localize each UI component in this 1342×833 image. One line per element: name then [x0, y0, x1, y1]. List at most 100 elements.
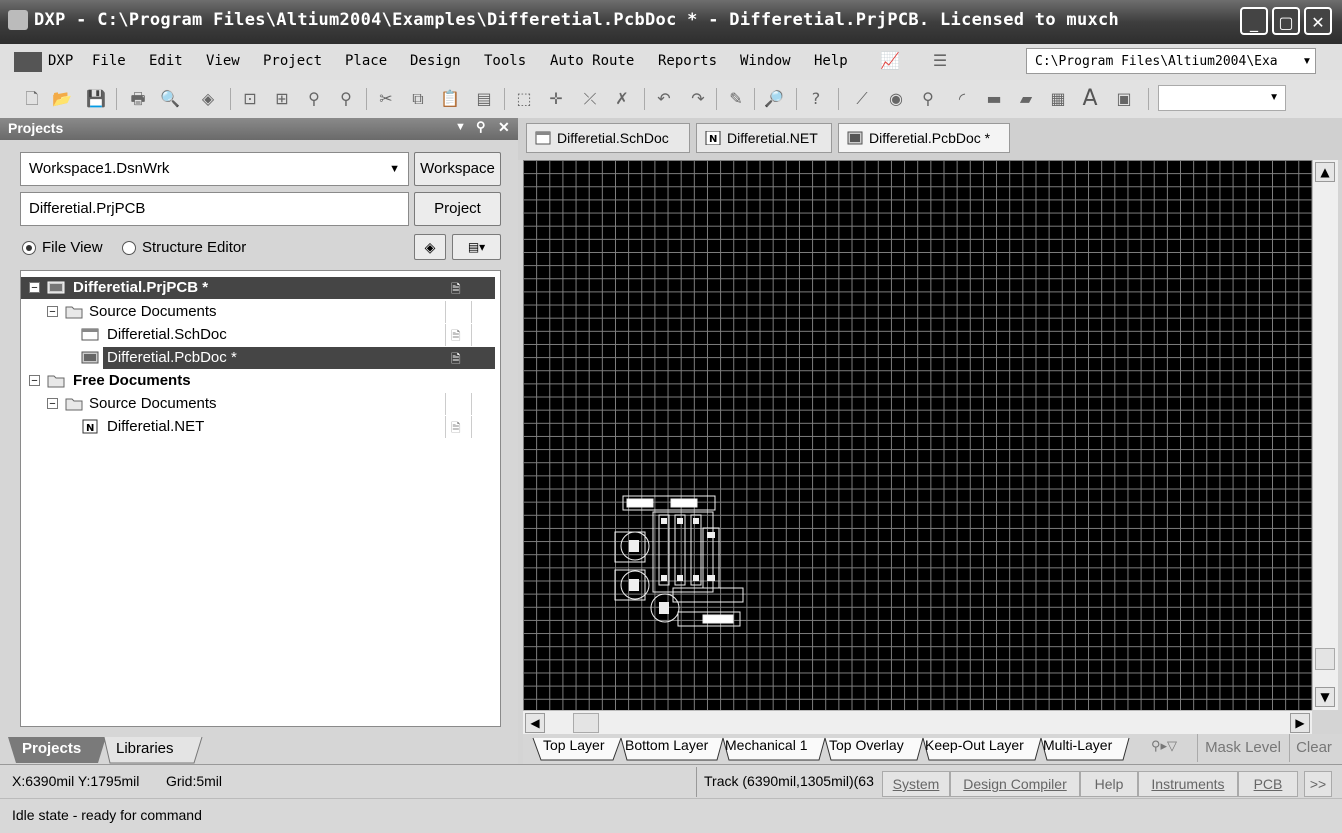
documents-menu-icon[interactable]: ▤▾ — [452, 234, 501, 260]
collapse-icon[interactable]: − — [47, 398, 58, 410]
menu-view[interactable]: View — [206, 53, 240, 69]
menu-reports[interactable]: Reports — [658, 53, 717, 69]
place-string-icon[interactable]: A — [1080, 88, 1100, 110]
vertical-scrollbar[interactable]: ▲ ▼ — [1312, 160, 1338, 710]
workspace-button[interactable]: Workspace — [414, 152, 501, 186]
place-coordinate-icon[interactable]: ▣ — [1114, 89, 1134, 109]
design-compiler-button[interactable]: Design Compiler — [950, 771, 1080, 797]
menu-auto-route[interactable]: Auto Route — [550, 53, 634, 69]
move-icon[interactable]: ✛ — [546, 89, 566, 109]
chevron-down-icon[interactable]: ▼ — [389, 153, 400, 185]
system-button[interactable]: System — [882, 771, 950, 797]
open-folder-icon[interactable]: 📂 — [52, 89, 72, 109]
help-icon[interactable]: ? — [806, 89, 826, 109]
paste-icon[interactable]: 📋 — [440, 89, 460, 109]
zoom-filter-icon[interactable]: ⚲ — [336, 89, 356, 109]
place-polygon-icon[interactable]: ▰ — [1016, 89, 1036, 109]
structure-editor-radio[interactable] — [122, 241, 136, 255]
layer-tab-top-overlay[interactable]: Top Overlay — [829, 737, 904, 753]
workspace-combo[interactable]: Workspace1.DsnWrk ▼ — [20, 152, 409, 186]
chevron-down-icon[interactable]: ▼ — [1302, 56, 1312, 67]
menu-window[interactable]: Window — [740, 53, 791, 69]
menu-tools[interactable]: Tools — [484, 53, 526, 69]
new-document-icon[interactable]: 🗋 — [22, 89, 42, 109]
more-panels-button[interactable]: >> — [1304, 771, 1332, 797]
tab-schdoc[interactable]: Differetial.SchDoc — [526, 123, 690, 153]
browse-components-icon[interactable]: 🔎 — [764, 89, 784, 109]
scroll-right-icon[interactable]: ▶ — [1290, 713, 1310, 733]
dxp-menu-icon[interactable] — [14, 52, 42, 72]
menu-place[interactable]: Place — [345, 53, 387, 69]
clear-button[interactable]: Clear — [1289, 734, 1338, 762]
layer-tab-top-layer[interactable]: Top Layer — [543, 737, 604, 753]
tab-pcbdoc[interactable]: Differetial.PcbDoc * — [838, 123, 1010, 153]
tree-item-source-documents[interactable]: − Source Documents — [21, 301, 495, 323]
menu-design[interactable]: Design — [410, 53, 461, 69]
cut-icon[interactable]: ✂ — [376, 89, 396, 109]
pin-icon[interactable]: ⚲ — [476, 119, 486, 135]
chevron-down-icon[interactable]: ▼ — [1269, 92, 1279, 103]
restore-icon[interactable]: ▢ — [1272, 7, 1300, 35]
collapse-icon[interactable]: − — [47, 306, 58, 318]
document-path-combo[interactable]: C:\Program Files\Altium2004\Exa — [1026, 48, 1316, 74]
menu-file[interactable]: File — [92, 53, 126, 69]
zoom-area-icon[interactable]: ⊞ — [272, 89, 292, 109]
tree-item-project[interactable]: − Differetial.PrjPCB * 🗎 — [21, 277, 495, 299]
tab-net[interactable]: N Differetial.NET — [696, 123, 832, 153]
close-icon[interactable]: ✕ — [1304, 7, 1332, 35]
rubber-stamp-icon[interactable]: ▤ — [474, 89, 494, 109]
collapse-icon[interactable]: − — [29, 375, 40, 387]
project-button[interactable]: Project — [414, 192, 501, 226]
tree-item-net[interactable]: N Differetial.NET 🗎 — [21, 416, 495, 438]
pcb-button[interactable]: PCB — [1238, 771, 1298, 797]
tree-item-pcbdoc[interactable]: Differetial.PcbDoc * 🗎 — [21, 347, 495, 369]
menu-edit[interactable]: Edit — [149, 53, 183, 69]
menu-help[interactable]: Help — [814, 53, 848, 69]
zoom-fit-icon[interactable]: ⊡ — [240, 89, 260, 109]
cross-probe-icon[interactable]: ✎ — [726, 89, 746, 109]
scroll-down-icon[interactable]: ▼ — [1315, 687, 1335, 707]
toolbar-combo[interactable]: ▼ — [1158, 85, 1286, 111]
collapse-icon[interactable]: − — [29, 282, 40, 294]
tab-libraries[interactable]: Libraries — [116, 740, 174, 757]
interactive-route-icon[interactable]: ⟋ — [852, 89, 872, 109]
copy-icon[interactable]: ⧉ — [408, 89, 428, 109]
place-fill-icon[interactable]: ▬ — [984, 89, 1004, 109]
minimize-icon[interactable]: _ — [1240, 7, 1268, 35]
menu-dxp[interactable]: DXP — [48, 53, 73, 69]
scroll-thumb[interactable] — [1315, 648, 1335, 670]
save-icon[interactable]: 💾 — [86, 89, 106, 109]
redo-icon[interactable]: ↷ — [688, 89, 708, 109]
help-button[interactable]: Help — [1080, 771, 1138, 797]
menu-project[interactable]: Project — [263, 53, 322, 69]
file-view-radio[interactable] — [22, 241, 36, 255]
scroll-up-icon[interactable]: ▲ — [1315, 162, 1335, 182]
layers-icon[interactable]: ◈ — [198, 89, 218, 109]
zoom-selected-icon[interactable]: ⚲ — [304, 89, 324, 109]
layer-tab-keep-out-layer[interactable]: Keep-Out Layer — [925, 737, 1024, 753]
layer-tab-multi-layer[interactable]: Multi-Layer — [1043, 737, 1112, 753]
panel-menu-icon[interactable]: ▼ — [455, 121, 466, 133]
clear-filter-icon[interactable]: ✗ — [612, 89, 632, 109]
layer-filter-icon[interactable]: ⚲▸▽ — [1151, 738, 1177, 754]
project-field[interactable]: Differetial.PrjPCB — [20, 192, 409, 226]
place-via-icon[interactable]: ⚲ — [918, 89, 938, 109]
place-pad-icon[interactable]: ◉ — [886, 89, 906, 109]
layer-tab-mechanical-1[interactable]: Mechanical 1 — [725, 737, 808, 753]
layers-icon[interactable]: ◈ — [414, 234, 446, 260]
tab-projects[interactable]: Projects — [22, 740, 81, 757]
pcb-canvas[interactable] — [523, 160, 1312, 710]
undo-icon[interactable]: ↶ — [654, 89, 674, 109]
close-panel-icon[interactable]: ✕ — [498, 119, 510, 136]
place-component-icon[interactable]: ▦ — [1048, 89, 1068, 109]
select-area-icon[interactable]: ⬚ — [514, 89, 534, 109]
tree-item-schdoc[interactable]: Differetial.SchDoc 🗎 — [21, 324, 495, 346]
tree-item-free-source-documents[interactable]: − Source Documents — [21, 393, 495, 415]
chart-tool-icon[interactable]: 📈 — [880, 51, 900, 71]
deselect-icon[interactable]: ⤫ — [580, 89, 600, 109]
scroll-thumb[interactable] — [573, 713, 599, 733]
tree-item-free-documents[interactable]: − Free Documents — [21, 370, 495, 392]
print-icon[interactable]: 🖶 — [128, 89, 148, 109]
mask-level-button[interactable]: Mask Level — [1197, 734, 1288, 762]
scroll-left-icon[interactable]: ◀ — [525, 713, 545, 733]
